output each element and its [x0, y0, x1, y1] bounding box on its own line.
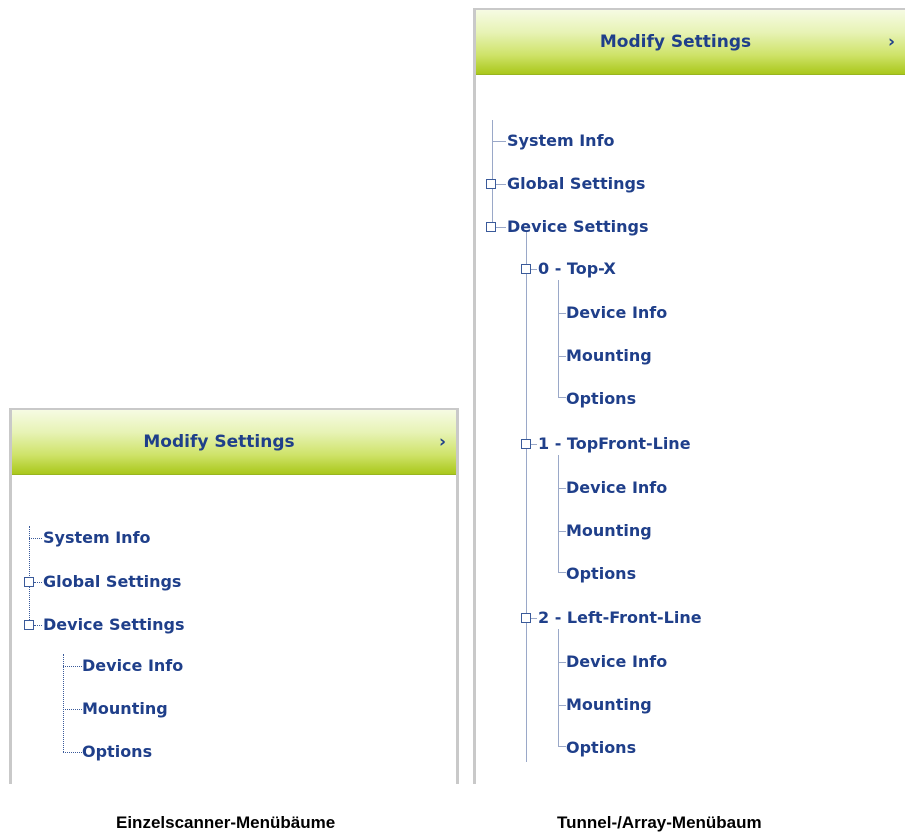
tree-connector — [558, 531, 566, 532]
caption-tunnel-array: Tunnel-/Array-Menübaum — [557, 813, 762, 832]
tree-connector — [531, 444, 537, 445]
tree-item-device-2[interactable]: 2 - Left-Front-Line — [538, 605, 702, 631]
tree-connector — [531, 618, 537, 619]
menu-tree: System Info Global Settings Device Setti… — [12, 410, 456, 784]
tree-item-mounting[interactable]: Mounting — [566, 518, 652, 544]
expand-collapse-icon[interactable] — [24, 577, 34, 587]
tree-connector — [558, 313, 566, 314]
tree-item-system-info[interactable]: System Info — [507, 128, 615, 154]
tree-item-device-info[interactable]: Device Info — [566, 649, 667, 675]
tree-item-options[interactable]: Options — [82, 739, 152, 765]
tree-connector — [63, 666, 82, 667]
tree-connector — [496, 227, 506, 228]
tree-item-system-info[interactable]: System Info — [43, 525, 151, 551]
tree-connector — [558, 488, 566, 489]
tree-item-mounting[interactable]: Mounting — [566, 692, 652, 718]
expand-collapse-icon[interactable] — [24, 620, 34, 630]
tree-connector — [558, 280, 559, 397]
tree-item-options[interactable]: Options — [566, 561, 636, 587]
tree-item-options[interactable]: Options — [566, 386, 636, 412]
tree-connector — [492, 141, 506, 142]
tree-connector — [496, 184, 506, 185]
tree-item-device-settings[interactable]: Device Settings — [43, 612, 184, 638]
tree-item-device-info[interactable]: Device Info — [566, 300, 667, 326]
tree-connector — [63, 709, 82, 710]
menu-tree: System Info Global Settings Device Setti… — [476, 10, 905, 784]
caption-single-scanner: Einzelscanner-Menübäume — [116, 813, 336, 832]
tree-connector — [492, 120, 493, 225]
tree-item-global-settings[interactable]: Global Settings — [507, 171, 645, 197]
tree-connector — [34, 582, 42, 583]
tree-item-device-info[interactable]: Device Info — [566, 475, 667, 501]
tree-item-device-settings[interactable]: Device Settings — [507, 214, 648, 240]
tree-item-mounting[interactable]: Mounting — [566, 343, 652, 369]
tree-item-global-settings[interactable]: Global Settings — [43, 569, 181, 595]
tree-connector — [34, 625, 42, 626]
tree-connector — [29, 538, 42, 539]
tree-connector — [558, 356, 566, 357]
tree-connector — [63, 752, 82, 753]
tree-connector — [531, 269, 537, 270]
tree-connector — [558, 455, 559, 572]
tree-connector — [526, 232, 527, 762]
expand-collapse-icon[interactable] — [521, 613, 531, 623]
tree-item-mounting[interactable]: Mounting — [82, 696, 168, 722]
tree-item-options[interactable]: Options — [566, 735, 636, 761]
expand-collapse-icon[interactable] — [486, 222, 496, 232]
tree-connector — [63, 654, 64, 752]
tree-item-device-0[interactable]: 0 - Top-X — [538, 256, 616, 282]
tree-connector — [558, 746, 566, 747]
tree-connector — [558, 705, 566, 706]
expand-collapse-icon[interactable] — [521, 264, 531, 274]
tree-item-device-1[interactable]: 1 - TopFront-Line — [538, 431, 691, 457]
tunnel-array-menu-panel: Modify Settings › System Info Global Set… — [473, 8, 905, 784]
tree-item-device-info[interactable]: Device Info — [82, 653, 183, 679]
tree-connector — [558, 397, 566, 398]
expand-collapse-icon[interactable] — [521, 439, 531, 449]
tree-connector — [558, 662, 566, 663]
expand-collapse-icon[interactable] — [486, 179, 496, 189]
single-scanner-menu-panel: Modify Settings › System Info Global Set… — [9, 408, 459, 784]
tree-connector — [558, 629, 559, 746]
tree-connector — [558, 572, 566, 573]
